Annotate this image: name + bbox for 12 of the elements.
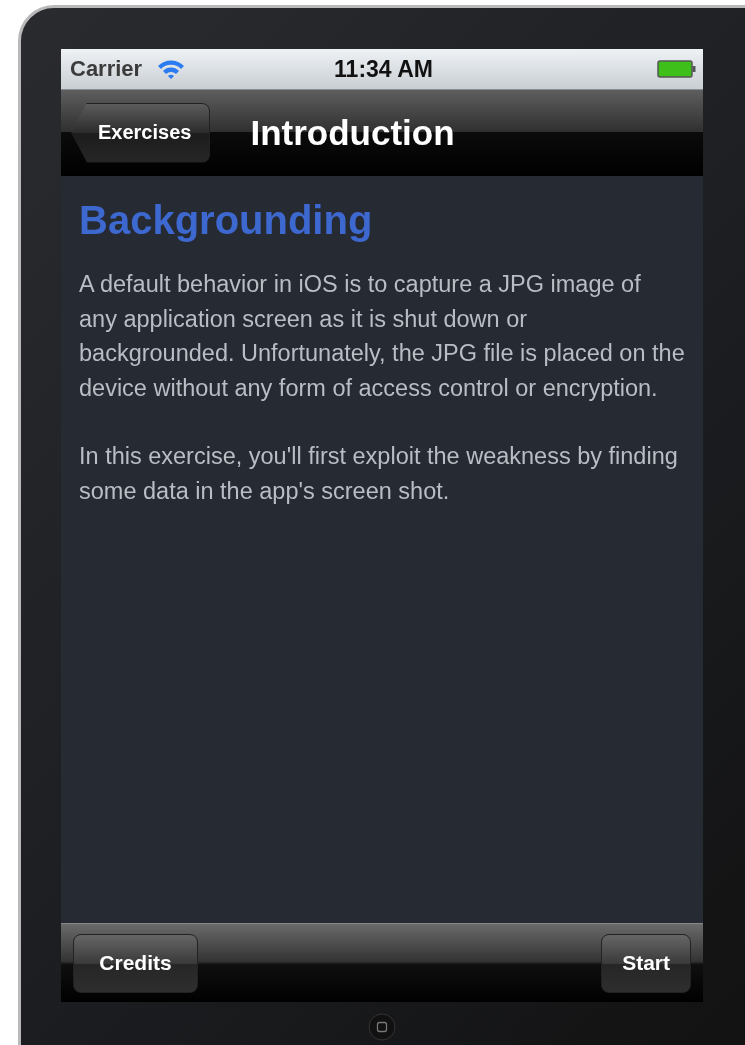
home-button-icon[interactable] (368, 1013, 396, 1041)
back-button[interactable]: Exercises (71, 102, 211, 163)
status-time: 11:34 AM (334, 55, 433, 83)
nav-title: Introduction (250, 112, 455, 153)
body-paragraph: A default behavior in iOS is to capture a JPG image of any application screen as it is shut down or backgrounded. Unfortunately, the JPG file is placed on the device without any form of access control or encryption. (79, 270, 685, 403)
body-paragraph: In this exercise, you'll first exploit the weakness by finding some data in the app's screen shot. (79, 442, 679, 506)
credits-button[interactable]: Credits (73, 933, 198, 993)
wifi-icon (156, 58, 187, 80)
start-button[interactable]: Start (601, 933, 691, 993)
section-heading: Backgrounding (79, 198, 374, 243)
battery-icon (657, 59, 697, 79)
carrier-label: Carrier (70, 56, 143, 82)
